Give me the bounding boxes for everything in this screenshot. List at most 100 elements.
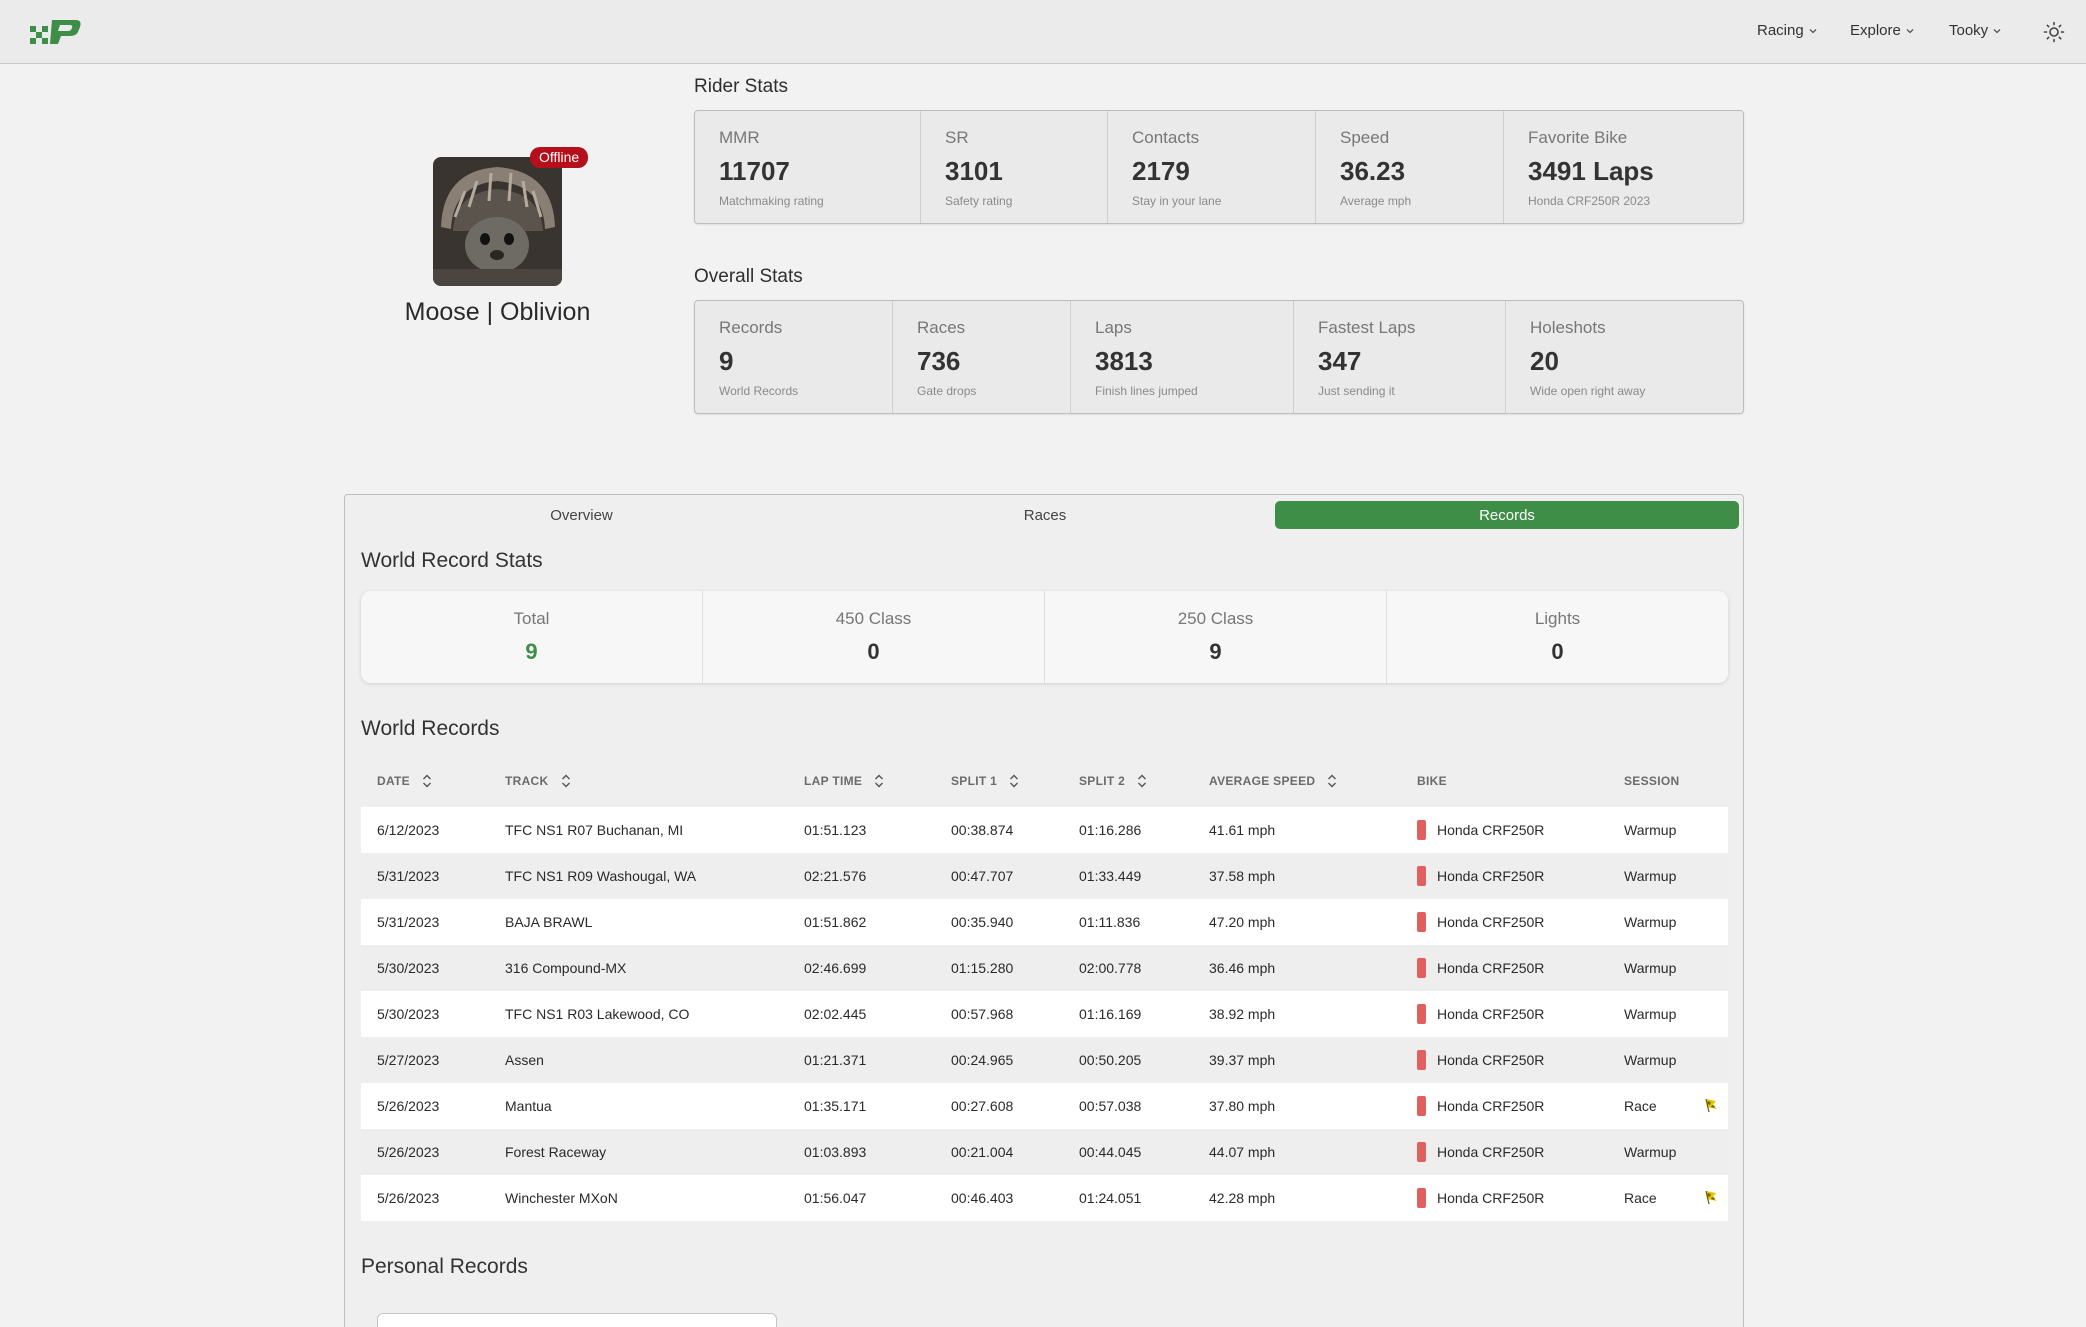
cell-lap-time: 01:21.371 <box>804 1052 867 1068</box>
sort-icon <box>422 774 431 788</box>
stat-desc: Just sending it <box>1318 384 1395 398</box>
stat-speed: Speed 36.23 Average mph <box>1316 111 1504 223</box>
stat-value: 20 <box>1530 346 1559 376</box>
nav-explore-menu[interactable]: Explore <box>1850 22 1914 39</box>
table-row[interactable]: 5/31/2023 TFC NS1 R09 Washougal, WA 02:21.… <box>361 853 1728 899</box>
cell-split-1: 01:15.280 <box>951 960 1014 976</box>
col-date[interactable]: DATE <box>377 774 432 788</box>
table-row[interactable]: 5/26/2023 Winchester MXoN 01:56.047 00:46.4… <box>361 1175 1728 1221</box>
bike-color-marker <box>1417 1096 1426 1116</box>
col-split-1[interactable]: SPLIT 1 <box>951 774 1019 788</box>
cell-average-speed: 47.20 mph <box>1209 914 1276 930</box>
cell-track: TFC NS1 R03 Lakewood, CO <box>505 1006 690 1022</box>
cell-session: Race <box>1624 1190 1657 1206</box>
sort-icon <box>1010 774 1019 788</box>
tab-races[interactable]: Races <box>813 501 1277 529</box>
cell-bike: Honda CRF250R <box>1437 868 1545 884</box>
col-lap-time[interactable]: LAP TIME <box>804 774 884 788</box>
cell-bike: Honda CRF250R <box>1437 822 1545 838</box>
wr-stat-total: Total 9 <box>361 591 703 683</box>
cell-split-1: 00:46.403 <box>951 1190 1014 1206</box>
cell-split-2: 01:16.286 <box>1079 822 1142 838</box>
wr-stat-value: 9 <box>1209 639 1222 664</box>
bike-color-marker <box>1417 1050 1426 1070</box>
search-input[interactable] <box>377 1313 777 1327</box>
cell-track: Winchester MXoN <box>505 1190 618 1206</box>
col-label: SPLIT 1 <box>951 774 998 788</box>
records-panel: Overview Races Records World Record Stat… <box>344 494 1744 1327</box>
cell-bike: Honda CRF250R <box>1437 1144 1545 1160</box>
stat-label: Holeshots <box>1530 318 1606 337</box>
table-row[interactable]: 5/26/2023 Forest Raceway 01:03.893 00:21.00… <box>361 1129 1728 1175</box>
col-average-speed[interactable]: AVERAGE SPEED <box>1209 774 1337 788</box>
stat-desc: Honda CRF250R 2023 <box>1528 194 1651 208</box>
cell-lap-time: 01:51.862 <box>804 914 867 930</box>
wr-stat-250: 250 Class 9 <box>1045 591 1387 683</box>
checkered-flag-icon <box>1705 1098 1717 1113</box>
table-row[interactable]: 5/27/2023 Assen 01:21.371 00:24.965 00:50.20… <box>361 1037 1728 1083</box>
table-row[interactable]: 6/12/2023 TFC NS1 R07 Buchanan, MI 01:51.1… <box>361 807 1728 853</box>
stat-label: Fastest Laps <box>1318 318 1416 337</box>
stat-label: MMR <box>719 128 760 147</box>
nav-user-label: Tooky <box>1949 22 1989 39</box>
table-row[interactable]: 5/30/2023 316 Compound-MX 02:46.699 01:15.2… <box>361 945 1728 991</box>
table-row[interactable]: 5/30/2023 TFC NS1 R03 Lakewood, CO 02:02.4… <box>361 991 1728 1037</box>
cell-session: Warmup <box>1624 960 1677 976</box>
col-label: BIKE <box>1417 774 1447 788</box>
cell-track: Assen <box>505 1052 544 1068</box>
nav-user-menu[interactable]: Tooky <box>1949 22 2001 39</box>
cell-split-1: 00:47.707 <box>951 868 1014 884</box>
bike-color-marker <box>1417 1004 1426 1024</box>
tab-records[interactable]: Records <box>1275 501 1739 529</box>
col-session: SESSION <box>1624 774 1679 788</box>
stat-label: Races <box>917 318 966 337</box>
stat-value: 36.23 <box>1340 156 1406 186</box>
table-row[interactable]: 5/26/2023 Mantua 01:35.171 00:27.608 00:57.0… <box>361 1083 1728 1129</box>
table-row[interactable]: 5/31/2023 BAJA BRAWL 01:51.862 00:35.940 01:… <box>361 899 1728 945</box>
tab-overview[interactable]: Overview <box>350 501 813 529</box>
cell-date: 5/30/2023 <box>377 960 440 976</box>
col-track[interactable]: TRACK <box>505 774 571 788</box>
cell-split-2: 00:57.038 <box>1079 1098 1142 1114</box>
bike-color-marker <box>1417 912 1426 932</box>
cell-session: Warmup <box>1624 1144 1677 1160</box>
nav-racing-label: Racing <box>1757 22 1804 39</box>
stat-records: Records 9 World Records <box>695 301 893 413</box>
sun-icon[interactable] <box>2043 21 2065 43</box>
wr-stat-450: 450 Class 0 <box>703 591 1045 683</box>
stat-desc: Finish lines jumped <box>1095 384 1198 398</box>
bike-color-marker <box>1417 820 1426 840</box>
sort-icon <box>1138 774 1147 788</box>
col-split-2[interactable]: SPLIT 2 <box>1079 774 1147 788</box>
stat-label: Laps <box>1095 318 1132 337</box>
stat-value: 3491 Laps <box>1528 156 1654 186</box>
world-records-header: DATE TRACK LAP TIME SPLIT 1 SPLIT 2 AVER… <box>361 765 1728 799</box>
cell-average-speed: 41.61 mph <box>1209 822 1276 838</box>
nav-racing-menu[interactable]: Racing <box>1757 22 1817 39</box>
cell-lap-time: 02:21.576 <box>804 868 867 884</box>
col-label: TRACK <box>505 774 549 788</box>
cell-session: Warmup <box>1624 868 1677 884</box>
cell-lap-time: 01:03.893 <box>804 1144 867 1160</box>
chevron-down-icon <box>1809 28 1817 33</box>
mx-logo-icon[interactable] <box>30 18 82 46</box>
rider-name: Moose | Oblivion <box>404 298 591 326</box>
cell-bike: Honda CRF250R <box>1437 1098 1545 1114</box>
cell-split-1: 00:35.940 <box>951 914 1014 930</box>
stat-value: 3101 <box>945 156 1003 186</box>
avatar <box>433 157 562 286</box>
col-label: DATE <box>377 774 410 788</box>
cell-lap-time: 02:46.699 <box>804 960 867 976</box>
cell-lap-time: 01:56.047 <box>804 1190 867 1206</box>
status-badge: Offline <box>530 147 589 168</box>
wr-stat-label: Lights <box>1534 609 1581 628</box>
cell-bike: Honda CRF250R <box>1437 1006 1545 1022</box>
cell-session: Warmup <box>1624 914 1677 930</box>
sort-icon <box>875 774 884 788</box>
wr-stat-label: Total <box>513 609 550 628</box>
stat-value: 3813 <box>1095 346 1153 376</box>
stat-value: 2179 <box>1132 156 1190 186</box>
stat-races: Races 736 Gate drops <box>893 301 1071 413</box>
cell-split-1: 00:24.965 <box>951 1052 1014 1068</box>
cell-split-2: 00:44.045 <box>1079 1144 1142 1160</box>
